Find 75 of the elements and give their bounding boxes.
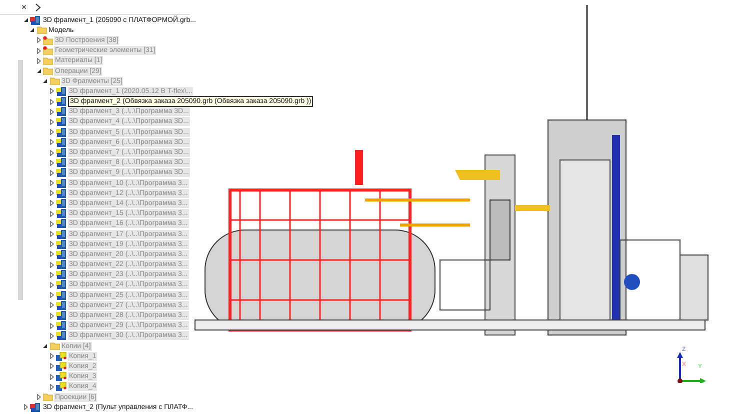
scrollbar-thumb[interactable] (18, 60, 23, 300)
expand-arrow-icon[interactable] (48, 138, 55, 146)
expand-arrow-icon[interactable] (48, 261, 55, 268)
expand-arrow-icon[interactable] (48, 88, 55, 95)
folder-icon (36, 26, 46, 34)
expand-arrow-icon[interactable] (48, 383, 55, 390)
expand-arrow-icon[interactable] (48, 362, 55, 370)
fragment-icon (56, 148, 67, 158)
expand-arrow-icon[interactable] (48, 98, 55, 106)
axis-triad-icon (676, 351, 706, 383)
expand-arrow-icon[interactable] (48, 128, 55, 136)
collapse-arrow-icon[interactable] (42, 78, 48, 85)
expand-arrow-icon[interactable] (48, 352, 55, 360)
fragment-icon (56, 86, 67, 96)
fragment-icon (56, 300, 67, 310)
expand-arrow-icon[interactable] (22, 404, 29, 411)
expand-arrow-icon[interactable] (48, 250, 55, 258)
fragment-icon (56, 290, 67, 300)
expand-arrow-icon[interactable] (48, 220, 55, 228)
expand-arrow-icon[interactable] (35, 57, 42, 64)
fragment-icon (56, 117, 67, 126)
collapse-arrow-icon[interactable] (28, 26, 36, 34)
fragment-icon (56, 178, 67, 188)
fragment-icon (56, 209, 67, 218)
fragment-icon (56, 107, 67, 116)
copy-icon (56, 382, 67, 392)
fragment-icon (56, 270, 67, 280)
fragment-icon (56, 321, 67, 330)
fragment-icon (56, 168, 67, 178)
expand-arrow-icon[interactable] (48, 322, 55, 330)
fragment-icon (56, 97, 67, 106)
collapse-arrow-icon[interactable] (42, 342, 48, 350)
folder-icon (43, 393, 53, 402)
expand-arrow-icon[interactable] (48, 302, 55, 309)
folder-icon (43, 46, 53, 56)
fragment-icon (56, 158, 67, 168)
fragment-icon (56, 260, 67, 270)
fragment-icon (56, 331, 67, 340)
expand-arrow-icon[interactable] (48, 108, 55, 116)
expand-arrow-icon[interactable] (48, 230, 55, 238)
fragment-icon (56, 219, 67, 228)
expand-arrow-icon[interactable] (48, 332, 55, 340)
fragment-icon (56, 240, 67, 249)
expand-arrow-icon[interactable] (48, 180, 55, 187)
fragment-icon (56, 188, 67, 198)
fragment-icon (56, 250, 67, 259)
expand-arrow-icon[interactable] (35, 394, 42, 401)
fragment-icon (56, 280, 67, 290)
fragment-icon (56, 138, 67, 147)
expand-arrow-icon[interactable] (48, 312, 55, 320)
folder-icon (50, 342, 60, 350)
copy-icon (56, 372, 67, 382)
fragment-icon (56, 198, 67, 208)
copy-icon (56, 352, 67, 361)
expand-arrow-icon[interactable] (48, 281, 55, 288)
expand-arrow-icon[interactable] (35, 36, 42, 44)
expand-arrow-icon[interactable] (48, 240, 55, 248)
expand-arrow-icon[interactable] (48, 159, 55, 166)
fragment-icon (56, 128, 67, 137)
fragment-icon (56, 311, 67, 320)
expand-arrow-icon[interactable] (48, 118, 55, 126)
expand-arrow-icon[interactable] (48, 292, 55, 299)
expand-arrow-icon[interactable] (48, 149, 55, 156)
copy-icon (56, 362, 67, 371)
fragment-icon (56, 230, 67, 239)
collapse-arrow-icon[interactable] (35, 68, 42, 75)
expand-arrow-icon[interactable] (48, 200, 55, 207)
expand-arrow-icon[interactable] (48, 169, 55, 176)
collapse-arrow-icon[interactable] (22, 16, 29, 24)
expand-arrow-icon[interactable] (48, 271, 55, 278)
expand-arrow-icon[interactable] (35, 47, 42, 54)
expand-arrow-icon[interactable] (48, 373, 55, 380)
expand-arrow-icon[interactable] (48, 190, 55, 197)
folder-icon (43, 36, 53, 45)
expand-arrow-icon[interactable] (48, 210, 55, 218)
